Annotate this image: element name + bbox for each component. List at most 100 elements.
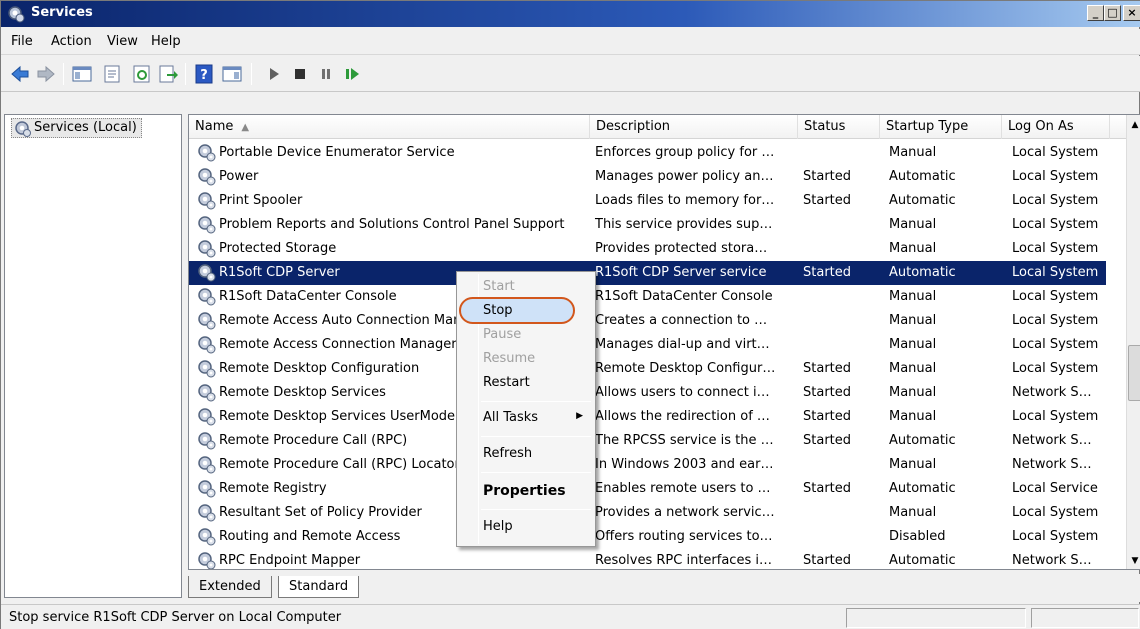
service-gear-icon: [197, 527, 217, 549]
menu-item-pause[interactable]: Pause: [459, 323, 593, 347]
table-row[interactable]: Protected Storage Provides protected stor…: [189, 237, 1106, 261]
title-bar[interactable]: Services _ □ ×: [1, 1, 1140, 27]
service-status: Started: [803, 361, 852, 376]
service-status: Started: [803, 265, 852, 280]
table-row[interactable]: Remote Desktop Services UserMode Port Re…: [189, 405, 1106, 429]
minimize-button[interactable]: _: [1087, 5, 1104, 21]
service-name-label: Remote Registry: [219, 481, 327, 496]
service-name: Portable Device Enumerator Service: [195, 141, 587, 165]
menu-view[interactable]: View: [107, 34, 138, 49]
table-row[interactable]: Print Spooler Loads files to memory for… S…: [189, 189, 1106, 213]
table-row[interactable]: Remote Access Auto Connection Manager Cre…: [189, 309, 1106, 333]
menu-item-refresh[interactable]: Refresh: [459, 442, 593, 466]
table-row[interactable]: Routing and Remote Access Offers routing …: [189, 525, 1106, 549]
show-hide-action-pane-icon[interactable]: [221, 64, 243, 84]
help-icon[interactable]: ?: [193, 64, 215, 84]
tree-item-services-local[interactable]: Services (Local): [11, 118, 142, 138]
restart-service-icon[interactable]: [341, 64, 363, 84]
start-service-icon[interactable]: [263, 64, 285, 84]
stop-service-icon[interactable]: [289, 64, 311, 84]
table-row[interactable]: Resultant Set of Policy Provider Provides…: [189, 501, 1106, 525]
service-startup-type: Manual: [889, 145, 937, 160]
table-row[interactable]: R1Soft DataCenter Console R1Soft DataCent…: [189, 285, 1106, 309]
service-status: [800, 309, 872, 333]
table-row[interactable]: Remote Procedure Call (RPC) Locator In Wi…: [189, 453, 1106, 477]
services-list[interactable]: Name ▲ Description Status Startup Type Lo…: [188, 114, 1140, 570]
menu-separator: [481, 436, 591, 437]
tab-standard[interactable]: Standard: [278, 576, 360, 598]
service-name-label: Protected Storage: [219, 241, 337, 256]
table-row[interactable]: Remote Registry Enables remote users to ……: [189, 477, 1106, 501]
service-gear-icon: [197, 455, 217, 477]
scroll-thumb[interactable]: [1128, 345, 1140, 401]
menu-separator: [481, 472, 591, 473]
menu-help[interactable]: Help: [151, 34, 181, 49]
window-title: Services: [31, 5, 93, 20]
table-row[interactable]: Portable Device Enumerator Service Enforc…: [189, 141, 1106, 165]
service-gear-icon: [197, 383, 217, 405]
column-header-log-on-as[interactable]: Log On As: [1002, 115, 1110, 139]
service-name-label: Remote Access Connection Manager: [219, 337, 457, 352]
table-row[interactable]: R1Soft CDP Server R1Soft CDP Server servi…: [189, 261, 1106, 285]
service-status: [800, 333, 872, 357]
service-gear-icon: [197, 263, 217, 285]
service-description: Loads files to memory for…: [595, 193, 775, 208]
table-row[interactable]: Problem Reports and Solutions Control Pa…: [189, 213, 1106, 237]
scroll-up-icon[interactable]: ▲: [1127, 117, 1140, 133]
tab-extended[interactable]: Extended: [188, 576, 272, 598]
view-tabs: Extended Standard: [188, 574, 1140, 602]
table-row[interactable]: Remote Procedure Call (RPC) The RPCSS ser…: [189, 429, 1106, 453]
service-log-on-as: Local System: [1012, 505, 1099, 520]
table-row[interactable]: Remote Desktop Configuration Remote Deskt…: [189, 357, 1106, 381]
maximize-button[interactable]: □: [1104, 5, 1121, 21]
menu-item-start[interactable]: Start: [459, 275, 593, 299]
vertical-scrollbar[interactable]: ▲ ▼: [1126, 115, 1140, 569]
forward-arrow-icon[interactable]: [35, 64, 57, 84]
service-startup-type: Manual: [889, 241, 937, 256]
status-pane: [1031, 608, 1139, 628]
show-console-tree-icon[interactable]: [71, 64, 93, 84]
service-status: [800, 213, 872, 237]
service-name: RPC Endpoint Mapper: [195, 549, 587, 569]
service-startup-type: Manual: [889, 289, 937, 304]
table-row[interactable]: Remote Access Connection Manager Manages …: [189, 333, 1106, 357]
column-header-name[interactable]: Name ▲: [189, 115, 590, 139]
sort-ascending-icon: ▲: [241, 122, 250, 133]
service-log-on-as: Local System: [1012, 289, 1099, 304]
service-name-label: Portable Device Enumerator Service: [219, 145, 455, 160]
menu-item-all-tasks[interactable]: All Tasks ▶: [459, 406, 593, 430]
service-status: Started: [803, 169, 852, 184]
column-header-description[interactable]: Description: [590, 115, 798, 139]
menu-item-help[interactable]: Help: [459, 515, 593, 539]
column-header-status[interactable]: Status: [798, 115, 880, 139]
menu-item-restart[interactable]: Restart: [459, 371, 593, 395]
service-gear-icon: [197, 479, 217, 501]
column-header-startup-type[interactable]: Startup Type: [880, 115, 1002, 139]
service-log-on-as: Local System: [1012, 145, 1099, 160]
service-status: Started: [803, 409, 852, 424]
menu-item-properties[interactable]: Properties: [459, 479, 593, 503]
table-row[interactable]: Remote Desktop Services Allows users to c…: [189, 381, 1106, 405]
scroll-down-icon[interactable]: ▼: [1127, 553, 1140, 569]
service-name-label: Remote Desktop Configuration: [219, 361, 420, 376]
service-log-on-as: Local System: [1012, 169, 1099, 184]
back-arrow-icon[interactable]: [9, 64, 31, 84]
service-gear-icon: [197, 239, 217, 261]
close-button[interactable]: ×: [1123, 5, 1140, 21]
menu-file[interactable]: File: [11, 34, 33, 49]
status-bar: Stop service R1Soft CDP Server on Local …: [1, 604, 1140, 629]
table-row[interactable]: RPC Endpoint Mapper Resolves RPC interfac…: [189, 549, 1106, 569]
menu-item-stop[interactable]: Stop: [459, 299, 593, 323]
service-status: [800, 285, 872, 309]
service-description: Resolves RPC interfaces i…: [595, 553, 772, 568]
table-row[interactable]: Power Manages power policy an… Started Auto…: [189, 165, 1106, 189]
pause-service-icon[interactable]: [315, 64, 337, 84]
service-log-on-as: Network S…: [1012, 433, 1092, 448]
properties-icon[interactable]: [101, 64, 123, 84]
menu-action[interactable]: Action: [51, 34, 92, 49]
services-window: Services _ □ × File Action View Help ? S…: [0, 0, 1140, 629]
menu-item-resume[interactable]: Resume: [459, 347, 593, 371]
column-header-name-label: Name: [195, 119, 234, 134]
refresh-icon[interactable]: [131, 64, 153, 84]
export-list-icon[interactable]: [157, 64, 179, 84]
